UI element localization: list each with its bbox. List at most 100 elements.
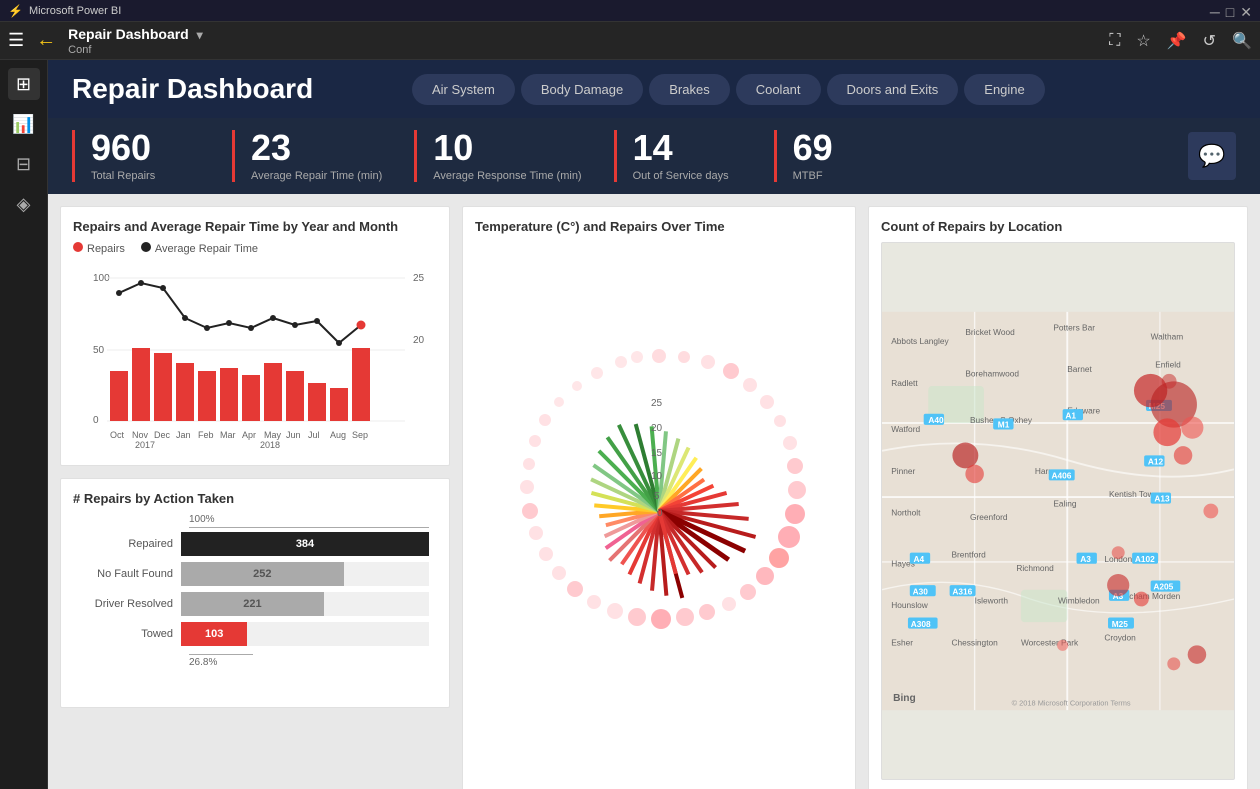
svg-text:A205: A205 xyxy=(1153,582,1173,592)
svg-text:Borehamwood: Borehamwood xyxy=(965,369,1019,379)
maximize-icon[interactable]: □ xyxy=(1226,4,1234,21)
hbar-no-fault: No Fault Found 252 xyxy=(81,562,429,586)
svg-text:0: 0 xyxy=(657,508,663,519)
svg-text:Bricket Wood: Bricket Wood xyxy=(965,327,1015,337)
hamburger-menu[interactable]: ☰ xyxy=(8,30,24,51)
svg-text:A12: A12 xyxy=(1148,457,1164,467)
kpi-total-repairs-value: 960 xyxy=(91,130,200,166)
tab-doors-exits[interactable]: Doors and Exits xyxy=(827,74,959,105)
kpi-total-repairs-label: Total Repairs xyxy=(91,170,200,182)
pct-line-top xyxy=(189,527,429,528)
svg-text:Bing: Bing xyxy=(893,693,916,704)
back-button[interactable]: ← xyxy=(36,29,56,52)
svg-text:Jun: Jun xyxy=(286,430,301,440)
svg-text:A1: A1 xyxy=(1065,410,1076,420)
temp-chart-box: Temperature (C°) and Repairs Over Time xyxy=(462,206,856,789)
svg-text:Jul: Jul xyxy=(308,430,320,440)
refresh-icon[interactable]: ↺ xyxy=(1203,31,1216,51)
sidebar: ⊞ 📊 ⊟ ◈ xyxy=(0,60,48,789)
map-chart-box: Count of Repairs by Location xyxy=(868,206,1248,789)
svg-text:Aug: Aug xyxy=(330,430,346,440)
hbar-fill-no-fault: 252 xyxy=(181,562,429,586)
svg-text:Nov: Nov xyxy=(132,430,149,440)
tab-air-system[interactable]: Air System xyxy=(412,74,515,105)
svg-text:A40: A40 xyxy=(928,415,944,425)
svg-text:Watford: Watford xyxy=(891,424,920,434)
radial-bars xyxy=(591,424,756,598)
favorite-icon[interactable]: ☆ xyxy=(1136,31,1150,51)
svg-text:2017: 2017 xyxy=(135,440,155,448)
report-subtitle: Conf xyxy=(68,44,203,56)
pct-100-label: 100% xyxy=(81,514,429,525)
tab-engine[interactable]: Engine xyxy=(964,74,1044,105)
nav-tabs: Air System Body Damage Brakes Coolant Do… xyxy=(412,74,1045,105)
hbar-value-repaired: 384 xyxy=(181,532,429,556)
svg-text:Croydon: Croydon xyxy=(1104,633,1136,643)
sidebar-item-home[interactable]: ⊞ xyxy=(8,68,40,100)
svg-text:Enfield: Enfield xyxy=(1155,359,1181,369)
svg-text:Isleworth: Isleworth xyxy=(975,596,1009,606)
pin-icon[interactable]: 📌 xyxy=(1167,31,1187,51)
main-content: Repair Dashboard Air System Body Damage … xyxy=(48,60,1260,789)
svg-text:M1: M1 xyxy=(998,420,1010,430)
fullscreen-icon[interactable]: ⛶ xyxy=(1109,32,1120,50)
dashboard-title: Repair Dashboard xyxy=(72,73,372,105)
pct-26-label: 26.8% xyxy=(81,657,429,668)
svg-text:Esher: Esher xyxy=(891,637,913,647)
svg-text:5: 5 xyxy=(654,491,660,502)
svg-text:M25: M25 xyxy=(1112,619,1129,629)
svg-text:Waltham: Waltham xyxy=(1151,332,1184,342)
sidebar-item-model[interactable]: ◈ xyxy=(8,188,40,220)
svg-text:25: 25 xyxy=(413,273,425,284)
tab-body-damage[interactable]: Body Damage xyxy=(521,74,643,105)
svg-text:Potters Bar: Potters Bar xyxy=(1053,322,1095,332)
sidebar-item-data[interactable]: ⊟ xyxy=(8,148,40,180)
svg-text:Radlett: Radlett xyxy=(891,378,918,388)
svg-text:Chessington: Chessington xyxy=(951,637,998,647)
hbar-label-driver: Driver Resolved xyxy=(81,598,181,610)
svg-text:Dec: Dec xyxy=(154,430,171,440)
hbar-repaired: Repaired 384 xyxy=(81,532,429,556)
kpi-avg-repair-time-label: Average Repair Time (min) xyxy=(251,170,382,182)
svg-text:Brentford: Brentford xyxy=(951,549,986,559)
svg-text:0: 0 xyxy=(93,415,99,426)
kpi-avg-response-time-label: Average Response Time (min) xyxy=(433,170,581,182)
search-icon[interactable]: 🔍 xyxy=(1232,31,1252,51)
app-icon: ⚡ xyxy=(8,4,23,18)
hbar-fill-repaired: 384 xyxy=(181,532,429,556)
kpi-total-repairs: 960 Total Repairs xyxy=(72,130,232,182)
svg-text:Northolt: Northolt xyxy=(891,508,921,518)
titlebar: ⚡ Microsoft Power BI ─ □ ✕ xyxy=(0,0,1260,22)
svg-text:A13: A13 xyxy=(1154,494,1170,504)
svg-text:15: 15 xyxy=(651,448,663,459)
hbar-fill-towed: 103 xyxy=(181,622,429,646)
mid-panel: Temperature (C°) and Repairs Over Time xyxy=(462,206,856,789)
svg-text:2018: 2018 xyxy=(260,440,280,448)
svg-text:Barnet: Barnet xyxy=(1067,364,1092,374)
kpi-avg-repair-time-value: 23 xyxy=(251,130,382,166)
svg-text:© 2018 Microsoft Corporation T: © 2018 Microsoft Corporation Terms xyxy=(1012,699,1131,708)
svg-text:Ealing: Ealing xyxy=(1053,498,1077,508)
hbar-chart: 100% Repaired 384 No xyxy=(73,514,437,668)
svg-text:20: 20 xyxy=(651,423,663,434)
hbar-label-towed: Towed xyxy=(81,628,181,640)
sidebar-item-visualizations[interactable]: 📊 xyxy=(8,108,40,140)
hbar-value-driver: 221 xyxy=(181,592,324,616)
minimize-icon[interactable]: ─ xyxy=(1210,4,1220,21)
map-area: Abbots Langley Bricket Wood Potters Bar … xyxy=(881,242,1235,780)
pct-line-bottom xyxy=(189,654,253,655)
hbar-towed: Towed 103 xyxy=(81,622,429,646)
svg-text:A4: A4 xyxy=(913,554,924,564)
right-panel: Count of Repairs by Location xyxy=(868,206,1248,789)
kpi-out-of-service-value: 14 xyxy=(633,130,742,166)
kpi-row: 960 Total Repairs 23 Average Repair Time… xyxy=(48,118,1260,194)
close-icon[interactable]: ✕ xyxy=(1240,4,1252,21)
tab-coolant[interactable]: Coolant xyxy=(736,74,821,105)
layout: ⊞ 📊 ⊟ ◈ Repair Dashboard Air System Body… xyxy=(0,60,1260,789)
action-chart-box: # Repairs by Action Taken 100% Repaired xyxy=(60,478,450,708)
legend-repairs: Repairs xyxy=(73,242,125,255)
svg-text:Jan: Jan xyxy=(176,430,191,440)
chat-button[interactable]: 💬 xyxy=(1188,132,1236,180)
tab-brakes[interactable]: Brakes xyxy=(649,74,729,105)
svg-text:10: 10 xyxy=(651,471,663,482)
